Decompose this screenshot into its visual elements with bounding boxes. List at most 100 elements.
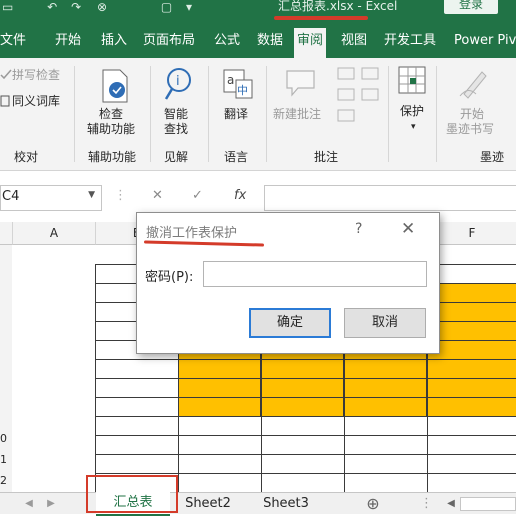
table-cell-highlight[interactable]: [345, 379, 427, 398]
close-icon[interactable]: ✕: [401, 219, 415, 239]
undo-icon[interactable]: ↶: [47, 0, 57, 14]
help-icon[interactable]: ?: [355, 221, 362, 237]
protect-icon: [398, 66, 426, 94]
formula-bar: C4 ▼ ⋮ ✕ ✓ fx: [0, 175, 516, 215]
tab-developer[interactable]: 开发工具: [384, 30, 436, 52]
tab-review[interactable]: 审阅: [294, 28, 327, 58]
ribbon-tabs: 文件 开始 插入 页面布局 公式 数据 审阅 视图 开发工具 Power Piv: [0, 22, 516, 58]
next-sheet-icon[interactable]: ▶: [44, 493, 58, 514]
row-header-12[interactable]: 2: [0, 474, 7, 487]
prev-sheet-icon[interactable]: ◀: [22, 493, 36, 514]
protect-dropdown-icon[interactable]: ▾: [411, 120, 416, 135]
translate-icon: a 中: [223, 69, 253, 99]
column-header-f[interactable]: F: [428, 222, 516, 245]
table-cell-highlight[interactable]: [179, 379, 261, 398]
scroll-left-icon[interactable]: ◀: [444, 493, 458, 514]
check-accessibility-icon: [102, 69, 128, 103]
password-input[interactable]: [203, 261, 427, 287]
tab-page-layout[interactable]: 页面布局: [143, 30, 195, 52]
tab-power-pivot[interactable]: Power Piv: [454, 30, 516, 52]
insert-function-icon[interactable]: fx: [234, 188, 246, 203]
spell-check-icon: [0, 69, 12, 80]
confirm-entry-icon[interactable]: ✓: [192, 188, 203, 203]
horizontal-scrollbar[interactable]: [460, 497, 516, 511]
smart-lookup-line2[interactable]: 查找: [164, 122, 188, 137]
title-bar: ▭ ↶ ↷ ⊗ ▢ ▾ 汇总报表.xlsx - Excel 登录: [0, 0, 516, 22]
table-cell-highlight[interactable]: [179, 360, 261, 379]
group-divider: [388, 66, 389, 162]
ribbon: 拼写检查 同义词库 校对 检查 辅助功能 辅助功能 i 智能 查找 见解 a 中…: [0, 58, 516, 171]
table-cell-highlight[interactable]: [428, 284, 516, 303]
spell-check-button[interactable]: 拼写检查: [12, 68, 60, 83]
customize-qat-icon[interactable]: ▾: [186, 0, 192, 14]
quick-access-toolbar: ▭ ↶ ↷ ⊗ ▢ ▾: [2, 0, 192, 14]
camera-icon[interactable]: ▢: [161, 0, 172, 14]
table-cell-highlight[interactable]: [179, 398, 261, 417]
table-cell-highlight[interactable]: [428, 398, 516, 417]
tab-home[interactable]: 开始: [55, 30, 81, 52]
new-comment-button[interactable]: 新建批注: [273, 107, 321, 122]
tab-file[interactable]: 文件: [0, 30, 26, 52]
chevron-down-icon[interactable]: ▼: [88, 190, 95, 200]
smart-lookup-line1[interactable]: 智能: [164, 107, 188, 122]
add-sheet-icon[interactable]: ⊕: [362, 493, 384, 514]
table-cell-highlight[interactable]: [428, 322, 516, 341]
formula-input[interactable]: [264, 185, 516, 211]
table-cell-highlight[interactable]: [428, 341, 516, 360]
svg-text:i: i: [176, 74, 180, 89]
table-cell-highlight[interactable]: [262, 398, 344, 417]
check-accessibility-line2[interactable]: 辅助功能: [87, 122, 135, 137]
dialog-title: 撤消工作表保护: [146, 226, 238, 241]
group-divider: [436, 66, 437, 162]
tab-formulas[interactable]: 公式: [214, 30, 240, 52]
smart-lookup-icon: i: [164, 68, 191, 100]
column-header-a[interactable]: A: [13, 222, 96, 245]
group-ink: 墨迹: [480, 150, 505, 164]
table-cell-highlight[interactable]: [345, 398, 427, 417]
name-box[interactable]: C4 ▼: [0, 185, 102, 211]
name-box-value: C4: [2, 189, 20, 204]
cancel-entry-icon[interactable]: ✕: [152, 188, 163, 203]
login-button[interactable]: 登录: [444, 0, 498, 14]
thesaurus-icon: [0, 95, 10, 107]
svg-text:中: 中: [237, 84, 248, 97]
sheet-tab-annotation-box: [86, 475, 178, 513]
cancel-button[interactable]: 取消: [344, 308, 426, 338]
title-annotation-underline: [274, 16, 368, 20]
group-divider: [150, 66, 151, 162]
thesaurus-button[interactable]: 同义词库: [12, 94, 60, 109]
table-cell-highlight[interactable]: [428, 379, 516, 398]
password-label: 密码(P):: [145, 270, 194, 285]
table-cell-highlight[interactable]: [262, 379, 344, 398]
table-cell-highlight[interactable]: [345, 360, 427, 379]
row-header-10[interactable]: 0: [0, 432, 7, 445]
save-icon[interactable]: ▭: [2, 0, 13, 14]
check-accessibility-line1[interactable]: 检查: [99, 107, 123, 122]
select-all-corner[interactable]: [0, 222, 13, 245]
table-cell-highlight[interactable]: [262, 360, 344, 379]
translate-button[interactable]: 翻译: [224, 107, 248, 122]
start-inking-line1[interactable]: 开始: [460, 107, 484, 122]
group-proofing: 校对: [14, 150, 39, 164]
new-comment-icon: [286, 70, 315, 97]
unprotect-sheet-dialog: 撤消工作表保护 ? ✕ 密码(P): 确定 取消: [136, 212, 440, 354]
sheet-tab-sheet2[interactable]: Sheet2: [176, 493, 240, 514]
row-header-11[interactable]: 1: [0, 453, 7, 466]
table-cell-highlight[interactable]: [428, 303, 516, 322]
ok-button[interactable]: 确定: [249, 308, 331, 338]
group-insights: 见解: [164, 150, 189, 164]
tab-view[interactable]: 视图: [341, 30, 367, 52]
record-icon[interactable]: ⊗: [97, 0, 107, 14]
redo-icon[interactable]: ↷: [71, 0, 81, 14]
table-cell-highlight[interactable]: [428, 360, 516, 379]
group-accessibility: 辅助功能: [88, 150, 137, 164]
group-language: 语言: [224, 150, 249, 164]
protect-button[interactable]: 保护: [400, 104, 424, 119]
sheet-tab-sheet3[interactable]: Sheet3: [254, 493, 318, 514]
start-inking-line2[interactable]: 墨迹书写: [446, 122, 494, 137]
comment-actions-icons: [337, 67, 379, 122]
group-comments: 批注: [314, 150, 339, 164]
tab-insert[interactable]: 插入: [101, 30, 127, 52]
more-options-icon: ⋮: [420, 496, 433, 511]
tab-data[interactable]: 数据: [257, 30, 283, 52]
